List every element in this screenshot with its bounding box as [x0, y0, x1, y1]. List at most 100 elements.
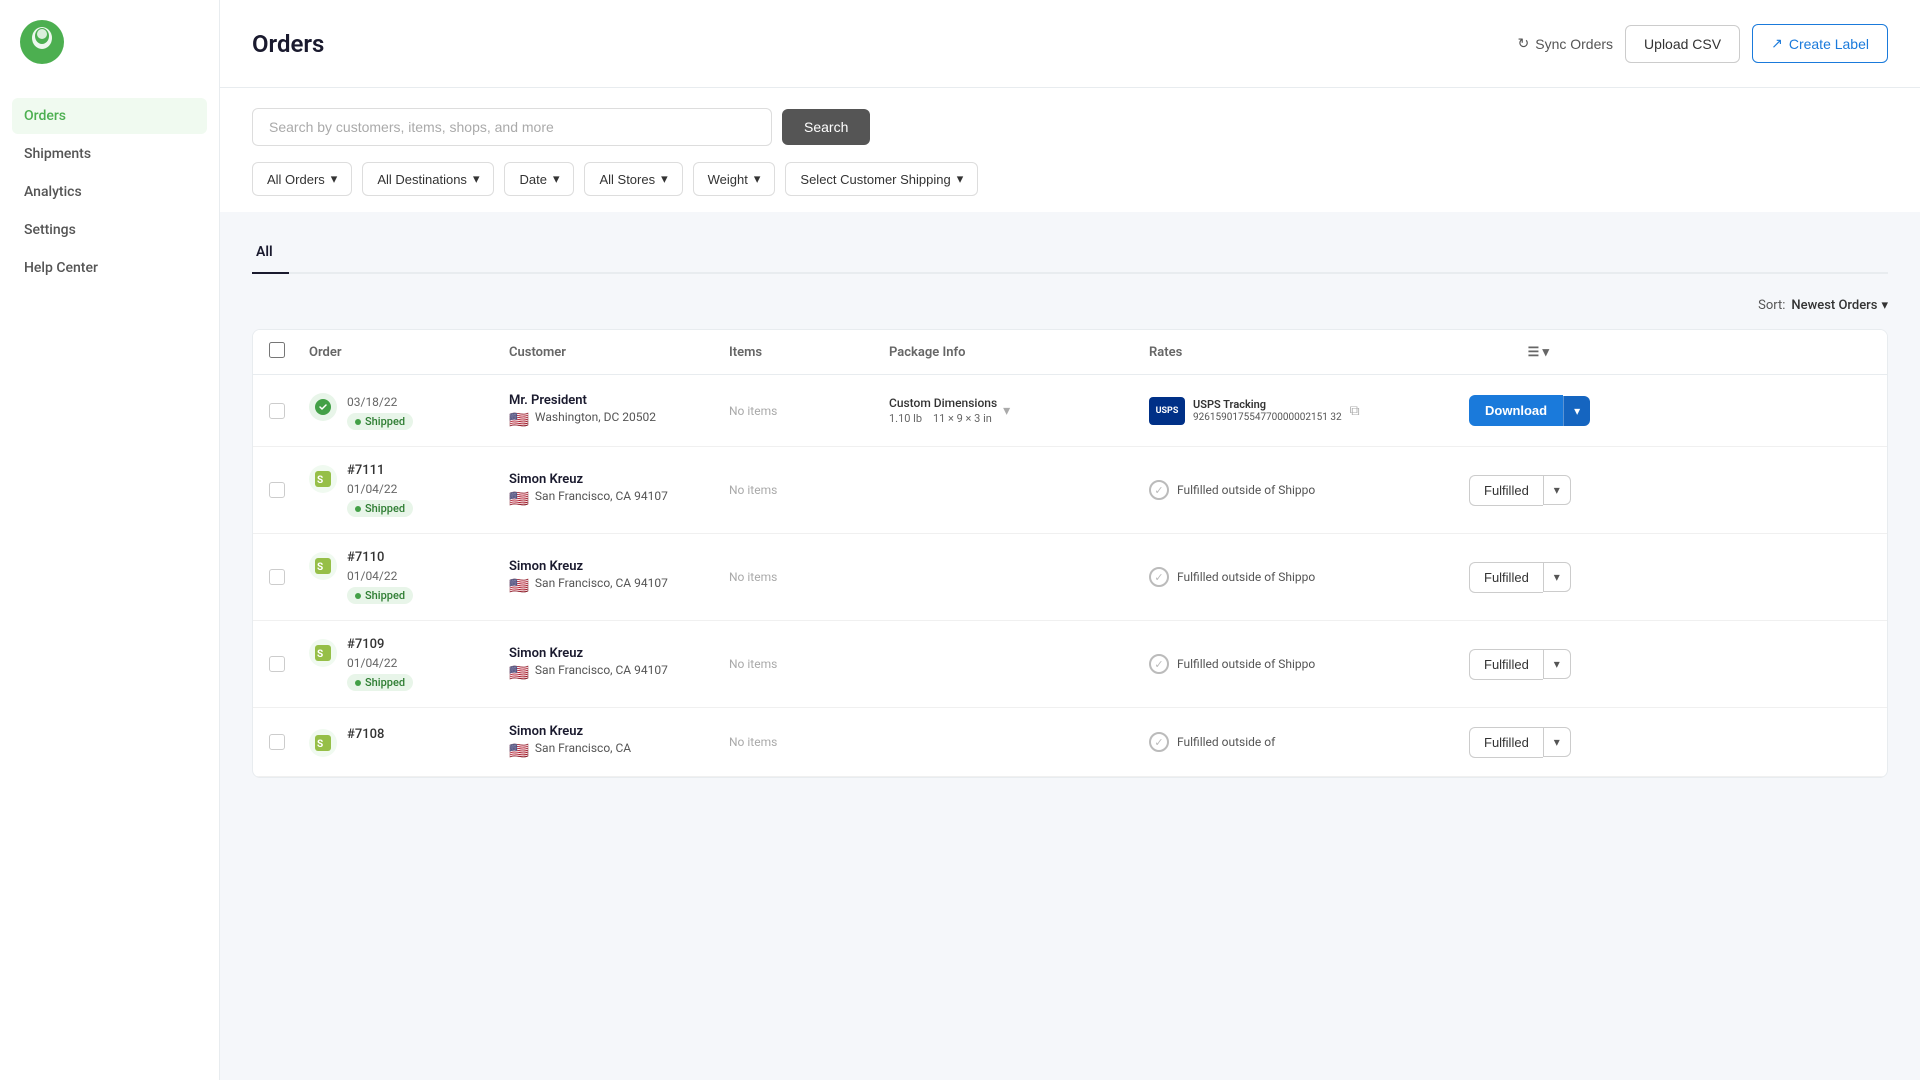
customer-cell-0: Mr. President 🇺🇸 Washington, DC 20502 [509, 393, 729, 429]
all-stores-filter[interactable]: All Stores ▾ [584, 162, 682, 196]
customer-name-3: Simon Kreuz [509, 646, 729, 661]
fulfilled-label-3: Fulfilled outside of Shippo [1177, 657, 1315, 671]
fulfilled-arrow-button-1[interactable]: ▾ [1543, 475, 1571, 505]
chevron-down-icon: ▾ [957, 171, 964, 187]
order-number-4: #7108 [347, 727, 384, 742]
search-button[interactable]: Search [782, 109, 870, 145]
sync-orders-button[interactable]: ↻ Sync Orders [1518, 35, 1614, 52]
order-date-2: 01/04/22 [347, 569, 413, 583]
package-chevron-icon[interactable]: ▾ [1003, 403, 1010, 419]
customer-address-1: 🇺🇸 San Francisco, CA 94107 [509, 489, 729, 508]
external-link-icon: ↗ [1771, 35, 1783, 52]
sidebar-item-orders[interactable]: Orders [12, 98, 207, 134]
fulfilled-label-4: Fulfilled outside of [1177, 735, 1275, 749]
col-package-info: Package Info [889, 345, 1149, 360]
table-row: S #7111 01/04/22 Shipped Simon Kreuz [253, 447, 1887, 534]
sidebar-item-shipments[interactable]: Shipments [12, 136, 207, 172]
tab-row: All [252, 236, 1888, 274]
search-input[interactable] [252, 108, 772, 146]
order-row-1: S #7111 01/04/22 Shipped Simon Kreuz [253, 447, 1887, 533]
order-cell-4: S #7108 [309, 727, 509, 757]
table-header: Order Customer Items Package Info Rates … [253, 330, 1887, 375]
weight-filter[interactable]: Weight ▾ [693, 162, 776, 196]
status-badge-0: Shipped [347, 413, 413, 430]
order-number-1: #7111 [347, 463, 413, 478]
fulfilled-button-3[interactable]: Fulfilled [1469, 649, 1543, 680]
upload-csv-button[interactable]: Upload CSV [1625, 25, 1740, 63]
row-checkbox-1[interactable] [269, 482, 309, 498]
select-customer-shipping-filter[interactable]: Select Customer Shipping ▾ [785, 162, 978, 196]
action-cell-0: Download ▾ [1469, 395, 1549, 426]
badge-dot [355, 419, 361, 425]
row-checkbox-3[interactable] [269, 656, 309, 672]
order-icon-2: S [309, 552, 337, 580]
chevron-down-icon: ▾ [553, 171, 560, 187]
page-title: Orders [252, 30, 324, 58]
orders-table: Order Customer Items Package Info Rates … [252, 329, 1888, 778]
search-row: Search [252, 108, 1888, 146]
action-cell-2: Fulfilled ▾ [1469, 562, 1549, 593]
order-row-3: S #7109 01/04/22 Shipped Simon Kreuz [253, 621, 1887, 707]
order-cell-1: S #7111 01/04/22 Shipped [309, 463, 509, 517]
table-row: S #7110 01/04/22 Shipped Simon Kreuz [253, 534, 1887, 621]
customer-name-4: Simon Kreuz [509, 724, 729, 739]
row-checkbox-4[interactable] [269, 734, 309, 750]
order-details-2: #7110 01/04/22 Shipped [347, 550, 413, 604]
svg-text:S: S [317, 649, 323, 660]
badge-dot [355, 680, 361, 686]
flag-icon-3: 🇺🇸 [509, 663, 529, 682]
sidebar-item-help-center[interactable]: Help Center [12, 250, 207, 286]
copy-icon-0[interactable]: ⧉ [1350, 403, 1360, 419]
items-cell-4: No items [729, 734, 889, 750]
orders-content: All Sort: Newest Orders ▾ Order Customer… [220, 212, 1920, 802]
fulfilled-button-2[interactable]: Fulfilled [1469, 562, 1543, 593]
chevron-down-icon: ▾ [331, 171, 338, 187]
fulfilled-arrow-button-3[interactable]: ▾ [1543, 649, 1571, 679]
customer-address-3: 🇺🇸 San Francisco, CA 94107 [509, 663, 729, 682]
order-date-1: 01/04/22 [347, 482, 413, 496]
row-checkbox-2[interactable] [269, 569, 309, 585]
usps-logo-0: USPS [1149, 397, 1185, 425]
action-cell-1: Fulfilled ▾ [1469, 475, 1549, 506]
check-circle-1: ✓ [1149, 480, 1169, 500]
order-details-4: #7108 [347, 727, 384, 746]
rates-cell-1: ✓ Fulfilled outside of Shippo [1149, 480, 1469, 500]
table-settings-icon[interactable]: ☰ ▾ [1528, 345, 1549, 360]
col-customer: Customer [509, 345, 729, 360]
create-label-button[interactable]: ↗ Create Label [1752, 24, 1888, 63]
fulfilled-button-4[interactable]: Fulfilled [1469, 727, 1543, 758]
fulfilled-arrow-button-2[interactable]: ▾ [1543, 562, 1571, 592]
status-badge-3: Shipped [347, 674, 413, 691]
sidebar-item-settings[interactable]: Settings [12, 212, 207, 248]
tab-all[interactable]: All [252, 236, 289, 274]
fulfilled-button-1[interactable]: Fulfilled [1469, 475, 1543, 506]
sidebar-nav: Orders Shipments Analytics Settings Help… [0, 98, 219, 286]
chevron-down-icon: ▾ [1881, 298, 1888, 313]
customer-address-4: 🇺🇸 San Francisco, CA [509, 741, 729, 760]
all-destinations-filter[interactable]: All Destinations ▾ [362, 162, 494, 196]
row-checkbox-0[interactable] [269, 403, 309, 419]
date-filter[interactable]: Date ▾ [504, 162, 574, 196]
order-details-1: #7111 01/04/22 Shipped [347, 463, 413, 517]
sidebar-item-analytics[interactable]: Analytics [12, 174, 207, 210]
action-cell-4: Fulfilled ▾ [1469, 727, 1549, 758]
order-cell-2: S #7110 01/04/22 Shipped [309, 550, 509, 604]
col-items: Items [729, 345, 889, 360]
status-badge-2: Shipped [347, 587, 413, 604]
all-orders-filter[interactable]: All Orders ▾ [252, 162, 352, 196]
status-badge-1: Shipped [347, 500, 413, 517]
sync-icon: ↻ [1518, 35, 1530, 52]
select-all-checkbox[interactable] [269, 342, 285, 358]
badge-dot [355, 506, 361, 512]
fulfilled-label-2: Fulfilled outside of Shippo [1177, 570, 1315, 584]
download-button-0[interactable]: Download [1469, 395, 1563, 426]
fulfilled-arrow-button-4[interactable]: ▾ [1543, 727, 1571, 757]
customer-cell-2: Simon Kreuz 🇺🇸 San Francisco, CA 94107 [509, 559, 729, 595]
order-date-0: 03/18/22 [347, 395, 413, 409]
sort-value[interactable]: Newest Orders ▾ [1791, 298, 1888, 313]
svg-text:S: S [317, 739, 323, 750]
customer-name-2: Simon Kreuz [509, 559, 729, 574]
customer-cell-3: Simon Kreuz 🇺🇸 San Francisco, CA 94107 [509, 646, 729, 682]
svg-text:S: S [317, 562, 323, 573]
download-arrow-button-0[interactable]: ▾ [1563, 396, 1590, 426]
